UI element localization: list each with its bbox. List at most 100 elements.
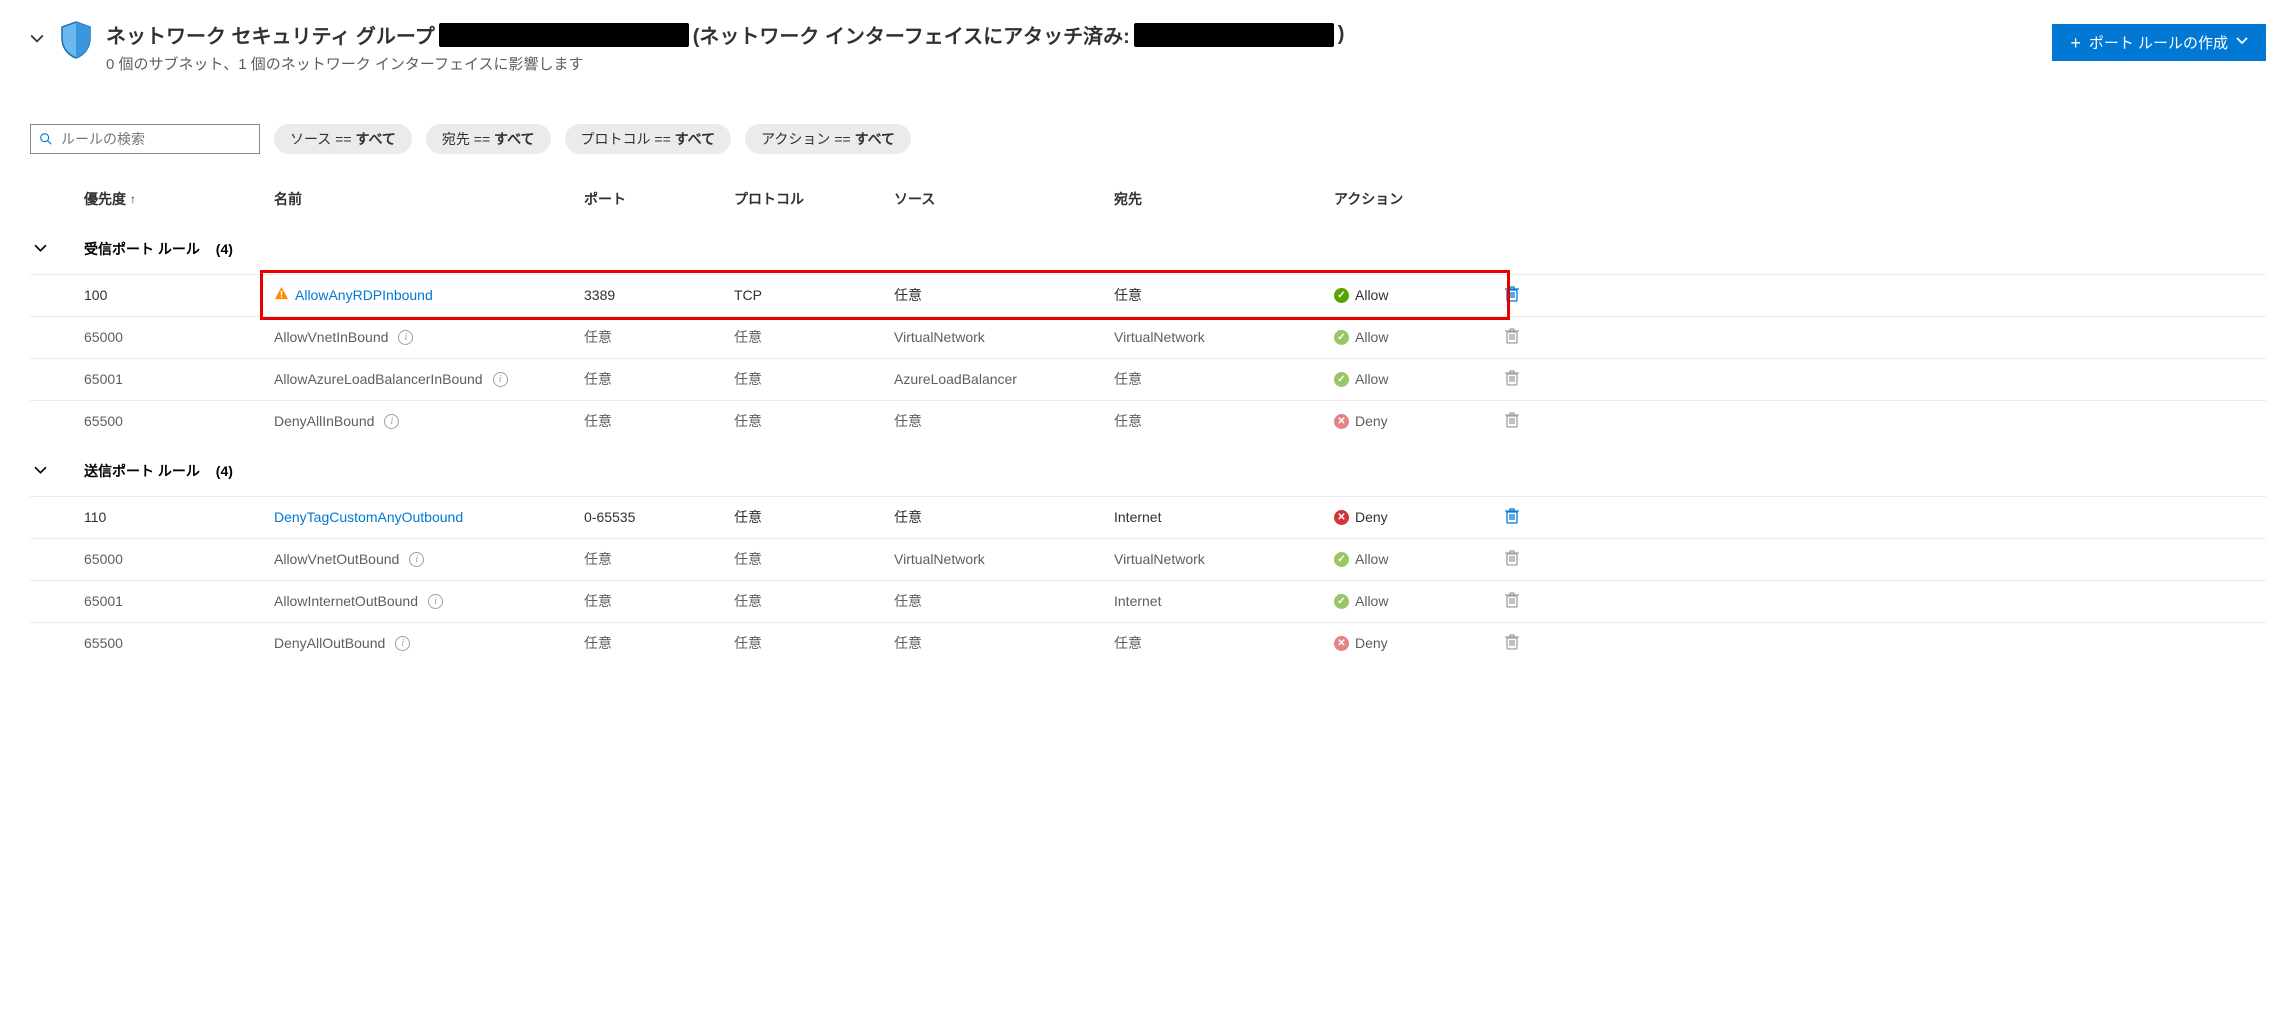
col-source[interactable]: ソース (890, 181, 1110, 217)
cell-action: ✓Allow (1330, 363, 1500, 395)
cell-protocol: 任意 (730, 583, 890, 619)
cell-source: VirtualNetwork (890, 543, 1110, 575)
filter-pill[interactable]: プロトコル == すべて (565, 124, 732, 154)
info-icon[interactable]: i (428, 594, 443, 609)
col-action[interactable]: アクション (1330, 181, 1500, 217)
search-field[interactable] (61, 131, 251, 147)
allow-icon: ✓ (1334, 288, 1349, 303)
cell-name: DenyAllInBound i (270, 405, 580, 437)
title-prefix: ネットワーク セキュリティ グループ (106, 20, 435, 49)
info-icon[interactable]: i (384, 414, 399, 429)
cell-port: 任意 (580, 625, 730, 661)
cell-protocol: TCP (730, 279, 890, 311)
delete-button (1504, 369, 1520, 390)
rule-name-link: DenyAllOutBound (274, 635, 385, 651)
cell-protocol: 任意 (730, 403, 890, 439)
cell-priority: 100 (80, 279, 270, 311)
delete-button[interactable] (1504, 285, 1520, 306)
col-destination[interactable]: 宛先 (1110, 181, 1330, 217)
info-icon[interactable]: i (398, 330, 413, 345)
deny-icon: ✕ (1334, 414, 1349, 429)
filter-pill[interactable]: 宛先 == すべて (426, 124, 551, 154)
cell-destination: 任意 (1110, 625, 1330, 661)
chevron-down-icon[interactable] (30, 32, 46, 49)
col-name[interactable]: 名前 (270, 181, 580, 217)
table-row[interactable]: 65000 AllowVnetInBound i 任意 任意 VirtualNe… (30, 316, 2266, 358)
cell-action: ✕Deny (1330, 405, 1500, 437)
cell-source: 任意 (890, 277, 1110, 313)
cell-name: AllowInternetOutBound i (270, 585, 580, 617)
plus-icon: + (2070, 34, 2081, 52)
cell-port: 0-65535 (580, 501, 730, 533)
table-row[interactable]: 65500 DenyAllOutBound i 任意 任意 任意 任意 ✕Den… (30, 622, 2266, 664)
deny-icon: ✕ (1334, 510, 1349, 525)
create-port-rule-button[interactable]: + ポート ルールの作成 (2052, 24, 2266, 61)
filter-pill[interactable]: ソース == すべて (274, 124, 412, 154)
redacted-nic-name (1134, 23, 1334, 47)
cell-destination: Internet (1110, 501, 1330, 533)
rule-name-link[interactable]: AllowAnyRDPInbound (295, 287, 433, 303)
col-port[interactable]: ポート (580, 181, 730, 217)
section-title: 送信ポート ルール (84, 461, 200, 481)
info-icon[interactable]: i (395, 636, 410, 651)
info-icon[interactable]: i (493, 372, 508, 387)
outbound-section-header[interactable]: 送信ポート ルール (4) (30, 450, 2266, 492)
chevron-down-icon[interactable] (30, 234, 80, 263)
page-title: ネットワーク セキュリティ グループ (ネットワーク インターフェイスにアタッチ… (106, 20, 2040, 49)
table-row[interactable]: 110 DenyTagCustomAnyOutbound 0-65535 任意 … (30, 496, 2266, 538)
cell-priority: 65500 (80, 627, 270, 659)
delete-button (1504, 591, 1520, 612)
cell-source: AzureLoadBalancer (890, 363, 1110, 395)
cell-name: AllowAzureLoadBalancerInBound i (270, 363, 580, 395)
chevron-down-icon[interactable] (30, 456, 80, 485)
rule-name-link: AllowAzureLoadBalancerInBound (274, 371, 483, 387)
search-icon (39, 132, 53, 146)
allow-icon: ✓ (1334, 372, 1349, 387)
rule-name-link: DenyAllInBound (274, 413, 374, 429)
cell-destination: 任意 (1110, 277, 1330, 313)
sort-asc-icon: ↑ (130, 192, 136, 206)
section-count: (4) (216, 241, 233, 257)
table-row[interactable]: 65001 AllowAzureLoadBalancerInBound i 任意… (30, 358, 2266, 400)
table-row[interactable]: 65500 DenyAllInBound i 任意 任意 任意 任意 ✕Deny (30, 400, 2266, 442)
section-count: (4) (216, 463, 233, 479)
attached-label: (ネットワーク インターフェイスにアタッチ済み: (693, 20, 1130, 49)
cell-destination: 任意 (1110, 361, 1330, 397)
table-header: 優先度↑ 名前 ポート プロトコル ソース 宛先 アクション (30, 178, 2266, 220)
page-header: ネットワーク セキュリティ グループ (ネットワーク インターフェイスにアタッチ… (30, 20, 2266, 74)
cell-destination: 任意 (1110, 403, 1330, 439)
table-row[interactable]: 65001 AllowInternetOutBound i 任意 任意 任意 I… (30, 580, 2266, 622)
delete-button (1504, 411, 1520, 432)
cell-name: AllowVnetOutBound i (270, 543, 580, 575)
cell-port: 任意 (580, 541, 730, 577)
shield-icon (58, 20, 94, 63)
cell-port: 任意 (580, 361, 730, 397)
table-row[interactable]: 65000 AllowVnetOutBound i 任意 任意 VirtualN… (30, 538, 2266, 580)
cell-action: ✓Allow (1330, 279, 1500, 311)
info-icon[interactable]: i (409, 552, 424, 567)
col-priority[interactable]: 優先度↑ (80, 181, 270, 217)
cell-name: DenyTagCustomAnyOutbound (270, 501, 580, 533)
rule-name-link[interactable]: DenyTagCustomAnyOutbound (274, 509, 463, 525)
cell-action: ✕Deny (1330, 501, 1500, 533)
allow-icon: ✓ (1334, 594, 1349, 609)
col-protocol[interactable]: プロトコル (730, 181, 890, 217)
rule-name-link: AllowVnetOutBound (274, 551, 399, 567)
cell-name: DenyAllOutBound i (270, 627, 580, 659)
inbound-section-header[interactable]: 受信ポート ルール (4) (30, 228, 2266, 270)
cell-priority: 65500 (80, 405, 270, 437)
cell-name: AllowAnyRDPInbound (270, 278, 580, 312)
delete-button[interactable] (1504, 507, 1520, 528)
rules-table: 優先度↑ 名前 ポート プロトコル ソース 宛先 アクション 受信ポート ルール… (30, 178, 2266, 664)
search-input[interactable] (30, 124, 260, 154)
cell-source: 任意 (890, 583, 1110, 619)
chevron-down-icon (2236, 35, 2248, 50)
rule-name-link: AllowInternetOutBound (274, 593, 418, 609)
table-row[interactable]: 100 AllowAnyRDPInbound 3389 TCP 任意 任意 ✓A… (30, 274, 2266, 316)
create-button-label: ポート ルールの作成 (2089, 32, 2228, 53)
cell-priority: 110 (80, 501, 270, 533)
section-title: 受信ポート ルール (84, 239, 200, 259)
filter-pill[interactable]: アクション == すべて (745, 124, 911, 154)
cell-protocol: 任意 (730, 319, 890, 355)
filter-bar: ソース == すべて宛先 == すべてプロトコル == すべてアクション == … (30, 124, 2266, 154)
